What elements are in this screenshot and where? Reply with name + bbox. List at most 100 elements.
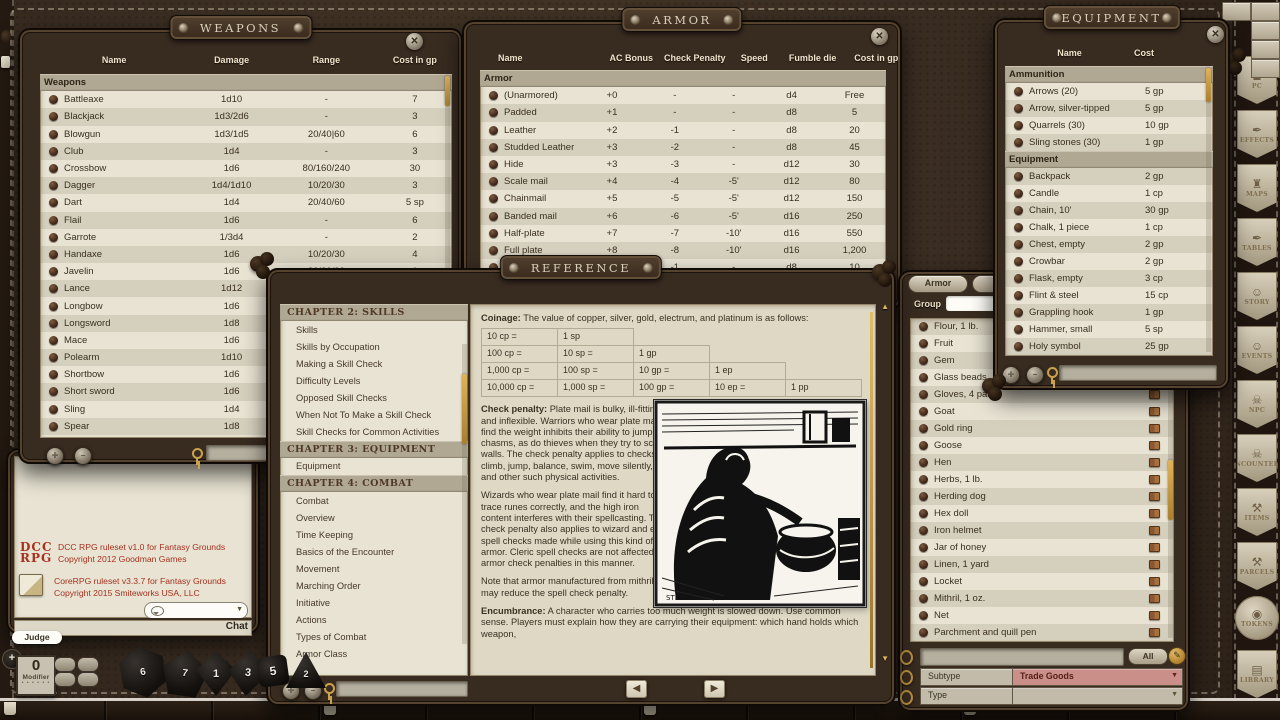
sidebar-banner-button[interactable]: ⚒ PARCELS — [1237, 542, 1277, 590]
item-row[interactable]: Mithril, 1 oz. — [910, 590, 1174, 607]
armor-window-title[interactable]: ARMOR — [621, 7, 742, 32]
sidebar-banner-button[interactable]: ✒ EFFECTS — [1237, 110, 1277, 158]
sidebar-banner-button[interactable]: ✒ TABLES — [1237, 218, 1277, 266]
lock-toggle-button[interactable]: − — [1026, 366, 1044, 384]
judge-identity-button[interactable]: Judge — [12, 631, 62, 644]
subtype-filter-dropdown[interactable]: Trade Goods ▼ — [1012, 668, 1183, 686]
topbar-icon-button[interactable] — [1222, 2, 1251, 21]
equipment-row[interactable]: Backpack 2 gp — [1005, 168, 1213, 185]
reference-nav-item[interactable]: CHAPTER 4: COMBAT — [280, 475, 468, 492]
reference-nav-item[interactable]: Skills by Occupation — [280, 338, 468, 355]
weapon-row[interactable]: Blackjack 1d3/2d6 - 3 — [40, 108, 452, 125]
item-row[interactable]: Locket — [910, 573, 1174, 590]
reference-nav-item[interactable]: Combat — [280, 492, 468, 509]
die-button[interactable]: 1 — [196, 652, 236, 696]
reference-nav-item[interactable]: Initiative — [280, 595, 468, 612]
equipment-window-title[interactable]: EQUIPMENT — [1042, 5, 1180, 30]
item-row[interactable]: Net — [910, 607, 1174, 624]
reference-nav-item[interactable]: CHAPTER 3: EQUIPMENT — [280, 441, 468, 458]
item-row[interactable]: Goat — [910, 403, 1174, 420]
equipment-row[interactable]: Sling stones (30) 1 gp — [1005, 134, 1213, 151]
chat-mode-dropdown[interactable]: ▼ — [144, 602, 248, 618]
topbar-icon-button[interactable] — [1251, 59, 1280, 78]
equipment-row[interactable]: Ammunition — [1005, 66, 1213, 83]
sidebar-banner-button[interactable]: ◉ TOKENS — [1235, 596, 1279, 640]
reference-nav-item[interactable]: Skills — [280, 321, 468, 338]
lock-toggle-button[interactable]: − — [74, 447, 92, 465]
sidebar-banner-button[interactable]: ☠ ENCOUNTERS — [1237, 434, 1277, 482]
open-record-book-icon[interactable] — [1149, 475, 1160, 484]
reference-nav-item[interactable]: Marching Order — [280, 578, 468, 595]
sidebar-banner-button[interactable]: ▤ LIBRARY — [1237, 650, 1277, 698]
topbar-icon-button[interactable] — [1251, 2, 1280, 21]
armor-row[interactable]: Studded Leather +3 -2 - d8 45 — [480, 139, 886, 156]
weapon-row[interactable]: Club 1d4 - 3 — [40, 143, 452, 160]
armor-row[interactable]: Leather +2 -1 - d8 20 — [480, 122, 886, 139]
equipment-row[interactable]: Hammer, small 5 sp — [1005, 321, 1213, 338]
next-page-button[interactable]: ▶ — [704, 680, 725, 698]
type-filter-dropdown[interactable]: ▼ — [1012, 687, 1183, 705]
equipment-filter-input[interactable] — [1059, 365, 1217, 381]
open-record-book-icon[interactable] — [1149, 628, 1160, 637]
open-record-book-icon[interactable] — [1149, 543, 1160, 552]
open-record-book-icon[interactable] — [1149, 424, 1160, 433]
equipment-row[interactable]: Candle 1 cp — [1005, 185, 1213, 202]
dice-chain-modifier-button[interactable] — [77, 672, 99, 687]
reference-nav-item[interactable]: When Not To Make a Skill Check — [280, 407, 468, 424]
sidebar-banner-button[interactable]: ☠ NPC — [1237, 380, 1277, 428]
item-row[interactable]: Hex doll — [910, 505, 1174, 522]
die-button[interactable]: 6 — [114, 642, 172, 702]
hotkey-group-tag[interactable] — [4, 702, 16, 715]
armor-row[interactable]: Padded +1 - - d8 5 — [480, 104, 886, 121]
sidebar-banner-button[interactable]: ♜ MAPS — [1237, 164, 1277, 212]
item-row[interactable]: Jar of honey — [910, 539, 1174, 556]
sidebar-banner-button[interactable]: ☺ EVENTS — [1237, 326, 1277, 374]
tab-armor[interactable]: Armor — [908, 275, 968, 293]
equipment-row[interactable]: Arrow, silver-tipped 5 gp — [1005, 100, 1213, 117]
scrollbar[interactable] — [1206, 68, 1211, 352]
close-icon[interactable]: ✕ — [1207, 26, 1224, 43]
item-row[interactable]: Gold ring — [910, 420, 1174, 437]
equipment-row[interactable]: Equipment — [1005, 151, 1213, 168]
open-record-book-icon[interactable] — [1149, 611, 1160, 620]
equipment-row[interactable]: Chain, 10' 30 gp — [1005, 202, 1213, 219]
open-record-book-icon[interactable] — [1149, 509, 1160, 518]
open-record-book-icon[interactable] — [1149, 441, 1160, 450]
armor-row[interactable]: Scale mail +4 -4 -5' d12 80 — [480, 173, 886, 190]
armor-row[interactable]: Hide +3 -3 - d12 30 — [480, 156, 886, 173]
item-row[interactable]: Hen — [910, 454, 1174, 471]
reference-nav-item[interactable]: Movement — [280, 560, 468, 577]
open-record-book-icon[interactable] — [1149, 577, 1160, 586]
topbar-icon-button[interactable] — [1251, 21, 1280, 40]
open-record-book-icon[interactable] — [1149, 492, 1160, 501]
reference-window-title[interactable]: REFERENCE — [500, 255, 662, 280]
reference-nav-item[interactable]: Actions — [280, 612, 468, 629]
item-row[interactable]: Herding dog — [910, 488, 1174, 505]
armor-row[interactable]: Half-plate +7 -7 -10' d16 550 — [480, 225, 886, 242]
dice-chain-modifier-button[interactable] — [54, 672, 76, 687]
chat-log[interactable]: DCCRPG DCC RPG ruleset v1.0 for Fantasy … — [14, 456, 252, 618]
radial-menu-button[interactable]: ✛ — [46, 447, 64, 465]
close-icon[interactable]: ✕ — [406, 33, 423, 50]
equipment-row[interactable]: Flint & steel 15 cp — [1005, 287, 1213, 304]
filter-all-button[interactable]: All — [1128, 648, 1168, 665]
weapon-row[interactable]: Battleaxe 1d10 - 7 — [40, 91, 452, 108]
previous-page-button[interactable]: ◀ — [626, 680, 647, 698]
sidebar-banner-button[interactable]: ☺ STORY — [1237, 272, 1277, 320]
armor-row[interactable]: Banded mail +6 -6 -5' d16 250 — [480, 208, 886, 225]
sidebar-banner-button[interactable]: ⚒ ITEMS — [1237, 488, 1277, 536]
reference-nav-item[interactable]: Equipment — [280, 458, 468, 475]
reference-nav-item[interactable]: Opposed Skill Checks — [280, 389, 468, 406]
open-record-book-icon[interactable] — [1149, 560, 1160, 569]
item-row[interactable]: Goose — [910, 437, 1174, 454]
equipment-row[interactable]: Quarrels (30) 10 gp — [1005, 117, 1213, 134]
die-button[interactable]: 5 — [256, 654, 290, 688]
reference-nav-item[interactable]: CHAPTER 2: SKILLS — [280, 304, 468, 321]
equipment-row[interactable]: Arrows (20) 5 gp — [1005, 83, 1213, 100]
reference-nav-item[interactable]: Time Keeping — [280, 526, 468, 543]
items-search-input[interactable] — [920, 648, 1124, 666]
weapon-row[interactable]: Garrote 1/3d4 - 2 — [40, 229, 452, 246]
open-record-book-icon[interactable] — [1149, 458, 1160, 467]
open-record-book-icon[interactable] — [1149, 390, 1160, 399]
equipment-row[interactable]: Flask, empty 3 cp — [1005, 270, 1213, 287]
